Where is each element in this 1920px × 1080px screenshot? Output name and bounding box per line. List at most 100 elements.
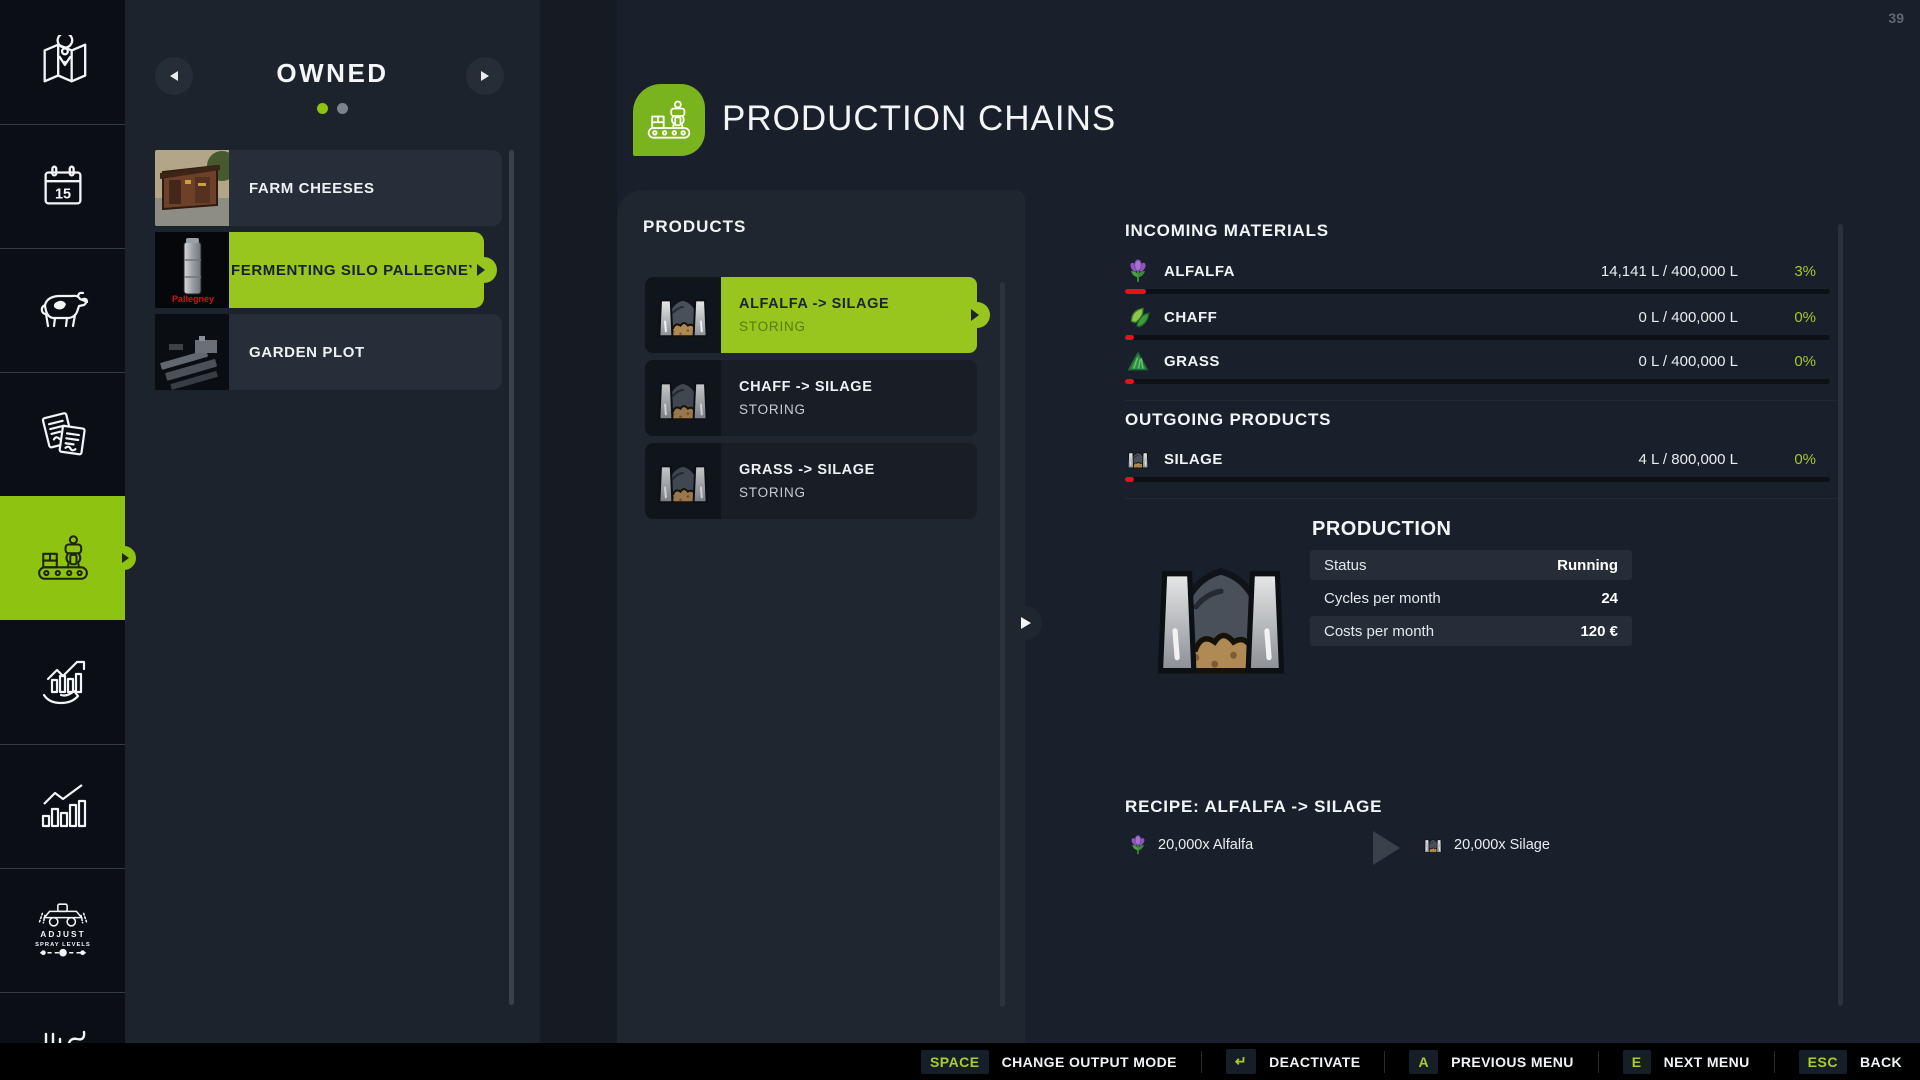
silage-icon <box>645 360 721 436</box>
production-chains-icon <box>36 531 90 585</box>
action-label: NEXT MENU <box>1664 1054 1750 1070</box>
sidebar-item-adjust-spray-levels[interactable]: ADJUST SPRAY LEVELS <box>0 868 125 992</box>
material-amount: 0 L / 400,000 L <box>1638 309 1738 326</box>
material-percent: 3% <box>1764 263 1816 280</box>
row-label: Status <box>1324 557 1367 574</box>
production-point-image <box>1150 556 1292 684</box>
sidebar-item-contracts[interactable] <box>0 372 125 496</box>
sidebar-item-finances[interactable] <box>0 620 125 744</box>
material-percent: 0% <box>1764 309 1816 326</box>
hotkey-bar: SPACE CHANGE OUTPUT MODE ↵ DEACTIVATE A … <box>0 1043 1920 1080</box>
product-row-chaff-silage[interactable]: CHAFF -> SILAGE STORING <box>645 360 977 436</box>
page-dot-active[interactable] <box>317 103 328 114</box>
owned-next-button[interactable] <box>466 57 504 95</box>
action-change-output-mode[interactable]: SPACE CHANGE OUTPUT MODE <box>921 1050 1201 1074</box>
garden-plot-thumb-icon <box>155 314 231 390</box>
recipe-arrow-icon <box>1373 831 1400 865</box>
panel-expand-handle[interactable] <box>1008 606 1042 640</box>
row-label: Costs per month <box>1324 623 1434 640</box>
alfalfa-icon <box>1125 258 1151 284</box>
owned-pagination <box>125 103 540 114</box>
key-esc: ESC <box>1799 1050 1847 1074</box>
building-row-farm-cheeses[interactable]: FARM CHEESES <box>155 150 507 226</box>
silo-caption: Pallegney <box>172 294 214 304</box>
cow-icon <box>35 285 91 335</box>
building-label: FARM CHEESES <box>229 150 502 226</box>
silage-icon <box>645 277 721 353</box>
row-value: Running <box>1557 557 1618 574</box>
product-status: STORING <box>739 485 977 500</box>
material-row-grass: GRASS 0 L / 400,000 L 0% <box>1125 346 1830 384</box>
action-back[interactable]: ESC BACK <box>1799 1050 1906 1074</box>
sidebar-item-production-chains[interactable] <box>0 496 125 620</box>
page-number: 39 <box>1888 10 1904 26</box>
building-row-garden-plot[interactable]: GARDEN PLOT <box>155 314 507 390</box>
material-name: GRASS <box>1164 353 1220 370</box>
chaff-icon <box>1125 304 1151 330</box>
divider <box>1201 1051 1202 1073</box>
statistics-icon <box>35 780 91 832</box>
building-row-fermenting-silo[interactable]: Pallegney FERMENTING SILO PALLEGNEY <box>155 232 507 308</box>
owned-panel: OWNED FARM CHEESES <box>125 0 540 1080</box>
building-thumbnail <box>155 150 231 226</box>
material-name: SILAGE <box>1164 451 1223 468</box>
selected-arrow-icon <box>971 309 979 321</box>
material-amount: 0 L / 400,000 L <box>1638 353 1738 370</box>
calendar-icon: 15 <box>36 159 90 213</box>
action-label: DEACTIVATE <box>1269 1054 1360 1070</box>
action-label: BACK <box>1860 1054 1902 1070</box>
details-scrollbar[interactable] <box>1838 224 1843 1006</box>
chevron-right-icon <box>481 71 489 81</box>
action-deactivate[interactable]: ↵ DEACTIVATE <box>1226 1049 1385 1074</box>
sidebar-item-map[interactable] <box>0 0 125 124</box>
product-status: STORING <box>739 319 977 334</box>
fill-level-value <box>1125 379 1134 384</box>
action-label: PREVIOUS MENU <box>1451 1054 1574 1070</box>
recipe-title: RECIPE: ALFALFA -> SILAGE <box>1125 797 1382 817</box>
fill-level-bar <box>1125 477 1830 482</box>
key-space: SPACE <box>921 1050 989 1074</box>
material-name: ALFALFA <box>1164 263 1235 280</box>
material-amount: 14,141 L / 400,000 L <box>1601 263 1738 280</box>
product-row-grass-silage[interactable]: GRASS -> SILAGE STORING <box>645 443 977 519</box>
spray-text-1: ADJUST <box>40 930 85 939</box>
sidebar-item-animals[interactable] <box>0 248 125 372</box>
buildings-scrollbar[interactable] <box>509 150 514 1005</box>
building-thumbnail: Pallegney <box>155 232 231 308</box>
details-panel: INCOMING MATERIALS ALFALFA 14,141 L / 40… <box>1125 0 1850 1080</box>
building-label: GARDEN PLOT <box>229 314 502 390</box>
sidebar-active-arrow-icon <box>122 553 129 563</box>
key-e: E <box>1623 1050 1651 1074</box>
recipe-input-qty: 20,000x Alfalfa <box>1158 837 1253 853</box>
farm-cheeses-thumb-icon <box>155 150 231 226</box>
silage-icon <box>645 443 721 519</box>
material-percent: 0% <box>1764 353 1816 370</box>
fill-level-bar <box>1125 289 1830 294</box>
production-table: Status Running Cycles per month 24 Costs… <box>1310 550 1632 649</box>
sidebar: 15 <box>0 0 125 1080</box>
products-scrollbar[interactable] <box>1000 282 1005 1007</box>
grass-icon <box>1125 348 1151 374</box>
action-label: CHANGE OUTPUT MODE <box>1002 1054 1177 1070</box>
page-dot[interactable] <box>337 103 348 114</box>
products-title: PRODUCTS <box>643 217 746 237</box>
production-chains-header-icon <box>646 97 692 143</box>
spray-text-2: SPRAY LEVELS <box>35 942 91 948</box>
fermenting-silo-thumb-icon: Pallegney <box>155 232 231 308</box>
action-previous-menu[interactable]: A PREVIOUS MENU <box>1409 1050 1597 1074</box>
action-next-menu[interactable]: E NEXT MENU <box>1623 1050 1774 1074</box>
divider <box>1384 1051 1385 1073</box>
sidebar-item-statistics[interactable] <box>0 744 125 868</box>
recipe-input: 20,000x Alfalfa <box>1127 834 1253 856</box>
sidebar-item-calendar[interactable]: 15 <box>0 124 125 248</box>
product-row-alfalfa-silage[interactable]: ALFALFA -> SILAGE STORING <box>645 277 977 353</box>
divider <box>1125 498 1838 499</box>
product-status: STORING <box>739 402 977 417</box>
product-name: GRASS -> SILAGE <box>739 462 977 478</box>
key-a: A <box>1409 1050 1438 1074</box>
row-value: 24 <box>1601 590 1618 607</box>
products-panel: PRODUCTS ALFALFA -> SILAGE STORING CHAFF… <box>617 190 1025 1043</box>
fill-level-bar <box>1125 335 1830 340</box>
table-row: Costs per month 120 € <box>1310 616 1632 646</box>
recipe-output-qty: 20,000x Silage <box>1454 837 1550 853</box>
